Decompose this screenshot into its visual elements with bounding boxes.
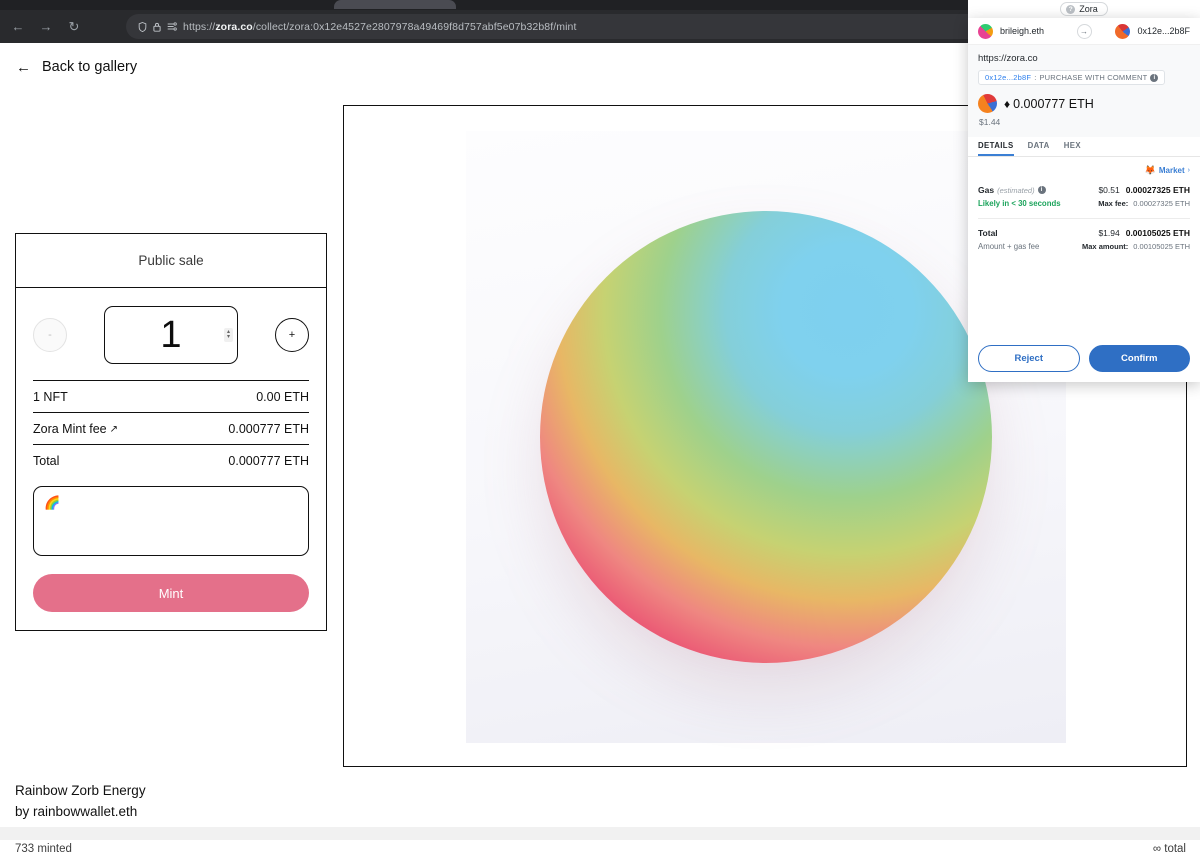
- total-max-amount: Max amount: 0.00105025 ETH: [1082, 242, 1190, 251]
- market-label: Market: [1158, 166, 1185, 175]
- total-sub-label: Amount + gas fee: [978, 242, 1040, 251]
- market-link[interactable]: 🦊 Market ›: [978, 165, 1190, 176]
- decrement-button[interactable]: -: [33, 318, 67, 352]
- total-label: Total: [978, 228, 998, 238]
- lock-icon[interactable]: [153, 22, 161, 32]
- gas-fiat: $0.51: [1098, 185, 1120, 195]
- metamask-confirmation-popup: brileigh.eth → 0x12e...2b8F https://zora…: [968, 18, 1200, 382]
- amount-value: ♦ 0.000777 ETH: [1004, 97, 1094, 111]
- quantity-input[interactable]: 1 ▴ ▾: [104, 306, 238, 364]
- divider: [978, 218, 1190, 219]
- forward-icon[interactable]: →: [35, 16, 57, 38]
- action-buttons: Reject Confirm: [968, 335, 1200, 382]
- row-value: 0.00 ETH: [256, 390, 309, 404]
- total-sub-row: Amount + gas fee Max amount: 0.00105025 E…: [978, 241, 1190, 251]
- quantity-spinner-icon[interactable]: ▴ ▾: [224, 328, 233, 342]
- network-icon: ?: [1066, 4, 1076, 14]
- tab-details[interactable]: DETAILS: [978, 141, 1014, 156]
- back-to-gallery-label: Back to gallery: [42, 59, 138, 75]
- reject-button[interactable]: Reject: [978, 345, 1080, 372]
- gas-speed-note: Likely in < 30 seconds: [978, 199, 1061, 208]
- detail-tabs: DETAILS DATA HEX: [968, 137, 1200, 157]
- account-row: brileigh.eth → 0x12e...2b8F: [968, 18, 1200, 45]
- row-value: 0.000777 ETH: [228, 422, 309, 436]
- artwork-author: by rainbowwallet.eth: [15, 804, 138, 819]
- metamask-network-bar: ? Zora: [968, 0, 1200, 18]
- total-fiat: $1.94: [1098, 228, 1120, 238]
- arrow-left-icon: ←: [16, 58, 31, 76]
- total-values: $1.94 0.00105025 ETH: [1098, 228, 1190, 238]
- back-to-gallery-link[interactable]: ← Back to gallery: [16, 59, 137, 75]
- info-icon[interactable]: i: [1150, 73, 1159, 82]
- external-link-icon[interactable]: ↗: [110, 424, 118, 435]
- chevron-right-icon: ›: [1187, 167, 1190, 174]
- browser-tab[interactable]: [334, 0, 456, 9]
- fox-icon: 🦊: [1144, 165, 1156, 175]
- tab-data[interactable]: DATA: [1028, 141, 1050, 156]
- navigation-buttons: ← → ↻: [0, 16, 85, 38]
- row-label: Total: [33, 454, 60, 468]
- row-value: 0.000777 ETH: [228, 454, 309, 468]
- network-pill[interactable]: ? Zora: [1060, 2, 1108, 16]
- method-badge: 0x12e...2b8F : PURCHASE WITH COMMENT i: [978, 70, 1166, 85]
- gas-eth: 0.00027325 ETH: [1125, 185, 1190, 195]
- row-label: Zora Mint fee ↗: [33, 422, 119, 436]
- avatar: [978, 23, 993, 39]
- minted-count: 733 minted: [15, 843, 72, 855]
- mint-card: Public sale - 1 ▴ ▾ + 1 NFT 0.00 ETH Zor…: [15, 233, 327, 631]
- gas-max-fee: Max fee: 0.00027325 ETH: [1098, 199, 1190, 208]
- permissions-icon[interactable]: [167, 22, 177, 31]
- gas-label: Gas (estimated) i: [978, 185, 1046, 195]
- details-pane: 🦊 Market › Gas (estimated) i $0.51 0.000…: [968, 157, 1200, 335]
- url-text: https://zora.co/collect/zora:0x12e4527e2…: [183, 20, 577, 33]
- comment-input[interactable]: 🌈: [33, 486, 309, 556]
- token-icon: [978, 94, 997, 113]
- row-label: 1 NFT: [33, 390, 68, 404]
- sender-account[interactable]: brileigh.eth: [978, 23, 1073, 39]
- total-eth: 0.00105025 ETH: [1125, 228, 1190, 238]
- method-contract-address: 0x12e...2b8F: [985, 73, 1032, 82]
- recipient-address: 0x12e...2b8F: [1137, 26, 1190, 36]
- sender-name: brileigh.eth: [1000, 26, 1045, 36]
- gas-values: $0.51 0.00027325 ETH: [1098, 185, 1190, 195]
- increment-button[interactable]: +: [275, 318, 309, 352]
- quantity-value: 1: [160, 314, 182, 356]
- mint-card-body: - 1 ▴ ▾ + 1 NFT 0.00 ETH Zora Mint fee ↗…: [16, 288, 326, 630]
- horizontal-scrollbar[interactable]: [0, 827, 1200, 840]
- gas-estimated-note: (estimated): [997, 185, 1035, 195]
- avatar: [1115, 23, 1131, 39]
- mint-button[interactable]: Mint: [33, 574, 309, 612]
- table-row: Total 0.000777 ETH: [33, 444, 309, 476]
- rainbow-zorb-sphere: [540, 211, 992, 663]
- reload-icon[interactable]: ↻: [63, 16, 85, 38]
- shield-icon[interactable]: [138, 21, 147, 32]
- table-row[interactable]: Zora Mint fee ↗ 0.000777 ETH: [33, 412, 309, 444]
- mint-card-header: Public sale: [16, 234, 326, 288]
- recipient-account[interactable]: 0x12e...2b8F: [1096, 23, 1190, 39]
- info-icon[interactable]: i: [1037, 186, 1046, 194]
- amount-fiat: $1.44: [979, 117, 1001, 127]
- arrow-right-icon: →: [1076, 23, 1092, 39]
- method-separator: :: [1034, 73, 1037, 82]
- ethereum-icon: ♦: [1004, 96, 1011, 111]
- total-row: Total $1.94 0.00105025 ETH: [978, 228, 1190, 238]
- total-supply: ∞ total: [1152, 843, 1186, 855]
- transaction-summary: https://zora.co 0x12e...2b8F : PURCHASE …: [968, 45, 1200, 137]
- back-icon[interactable]: ←: [7, 16, 29, 38]
- gas-row: Gas (estimated) i $0.51 0.00027325 ETH: [978, 185, 1190, 195]
- network-name: Zora: [1079, 4, 1098, 14]
- confirm-button[interactable]: Confirm: [1088, 345, 1190, 372]
- amount-eth: 0.000777 ETH: [1013, 96, 1094, 111]
- gas-sub-row: Likely in < 30 seconds Max fee: 0.0002732…: [978, 198, 1190, 208]
- quantity-stepper: - 1 ▴ ▾ +: [33, 306, 309, 364]
- origin-url: https://zora.co: [978, 53, 1038, 64]
- spinner-down-icon[interactable]: ▾: [227, 334, 230, 340]
- tab-hex[interactable]: HEX: [1064, 141, 1081, 156]
- table-row: 1 NFT 0.00 ETH: [33, 380, 309, 412]
- amount-row: ♦ 0.000777 ETH: [978, 94, 1190, 113]
- page-title: Rainbow Zorb Energy: [15, 783, 146, 798]
- method-name: PURCHASE WITH COMMENT: [1039, 73, 1148, 82]
- app-root: ← → ↻ https://zora.co/collect/zora:0x12e…: [0, 0, 1200, 864]
